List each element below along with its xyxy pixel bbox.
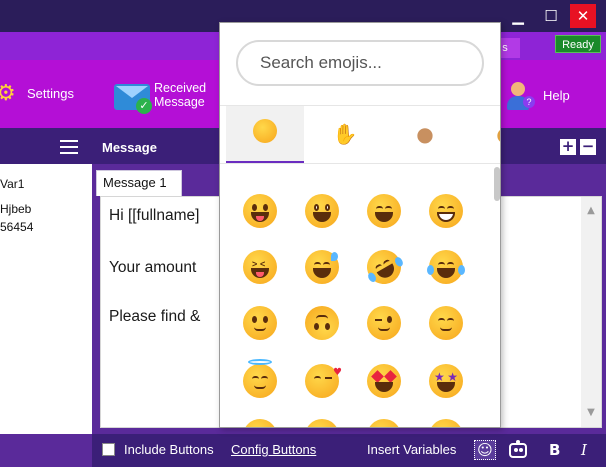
scroll-up-icon[interactable]: ▲ <box>581 201 601 221</box>
include-buttons-checkbox[interactable] <box>102 443 115 456</box>
rolling-on-floor-laughing-icon[interactable] <box>360 243 408 291</box>
tab-food[interactable]: ● <box>466 106 500 164</box>
close-button[interactable]: ✕ <box>570 4 596 28</box>
emoji-category-tabs: ✋ ● ● <box>220 105 500 164</box>
food-icon: ● <box>496 122 500 146</box>
received-label-line1: Received <box>154 81 207 95</box>
heart-eyes-icon[interactable] <box>367 364 401 398</box>
tab-message-1[interactable]: Message 1 <box>96 170 182 196</box>
emoji-icon[interactable] <box>429 419 463 427</box>
remove-message-button[interactable]: − <box>580 139 596 155</box>
squinting-laugh-icon[interactable]: > < <box>243 250 277 284</box>
received-label-line2: Message <box>154 95 205 109</box>
tab-smileys[interactable] <box>226 106 304 164</box>
winking-face-icon[interactable] <box>367 306 401 340</box>
tab-animals[interactable]: ● <box>386 106 464 164</box>
waving-hand-icon: ✋ <box>332 122 358 146</box>
include-buttons-label: Include Buttons <box>124 442 214 457</box>
grinning-teeth-icon[interactable] <box>429 194 463 228</box>
scroll-down-icon[interactable]: ▼ <box>581 403 601 423</box>
help-label: Help <box>543 88 570 103</box>
slightly-smiling-icon[interactable] <box>243 306 277 340</box>
received-message-label: Received Message <box>154 81 206 109</box>
emoji-search-input[interactable] <box>236 40 484 86</box>
picker-scrollbar[interactable] <box>494 167 500 201</box>
variables-header <box>0 128 92 164</box>
hamburger-menu-icon[interactable] <box>60 140 78 154</box>
variables-list: Var1 Hjbeb 56454 <box>0 164 92 434</box>
minimize-button[interactable]: ▁ <box>505 4 531 28</box>
beaming-face-icon[interactable] <box>367 194 401 228</box>
variables-pane: Var1 Hjbeb 56454 <box>0 128 92 467</box>
variable-item[interactable]: Hjbeb <box>0 202 31 216</box>
emoji-icon[interactable] <box>367 419 401 427</box>
bold-button[interactable]: B <box>549 441 560 459</box>
emoji-icon[interactable] <box>243 419 277 427</box>
maximize-button[interactable]: ☐ <box>538 4 564 28</box>
config-buttons-link[interactable]: Config Buttons <box>231 442 316 457</box>
variable-item[interactable]: Var1 <box>0 177 24 191</box>
smiling-eyes-icon[interactable] <box>429 306 463 340</box>
tab-people[interactable]: ✋ <box>306 106 384 164</box>
blowing-kiss-icon[interactable]: ♥ <box>305 364 342 398</box>
tears-of-joy-icon[interactable] <box>427 250 465 284</box>
message-title: Message <box>102 140 157 155</box>
settings-label: Settings <box>27 86 74 101</box>
insert-variables-button[interactable]: Insert Variables <box>367 442 456 457</box>
emoji-icon[interactable]: ☺ <box>474 440 496 460</box>
status-badge: Ready <box>555 35 601 53</box>
gear-icon: ⚙ <box>0 81 16 106</box>
editor-scrollbar[interactable]: ▲ ▼ <box>581 197 601 427</box>
help-person-icon: ? <box>505 82 535 112</box>
divider <box>220 163 500 164</box>
smiling-halo-icon[interactable] <box>243 359 277 398</box>
grinning-face-icon[interactable] <box>305 194 339 228</box>
editor-line: Please find & <box>109 308 201 325</box>
upside-down-face-icon[interactable] <box>305 306 339 340</box>
emoji-picker: ✋ ● ● >< ♥ ★★ <box>219 22 501 428</box>
italic-button[interactable]: I <box>581 441 587 459</box>
editor-line: Hi [[fullname] <box>109 207 200 224</box>
editor-line: Your amount <box>109 259 197 276</box>
emoji-icon[interactable] <box>305 419 339 427</box>
check-icon: ✓ <box>136 98 152 114</box>
add-message-button[interactable]: + <box>560 139 576 155</box>
grinning-sweat-icon[interactable] <box>305 250 339 284</box>
grinning-face-big-eyes-icon[interactable] <box>243 194 277 228</box>
smiley-category-icon <box>253 119 277 143</box>
robot-icon[interactable] <box>508 440 528 460</box>
variable-item[interactable]: 56454 <box>0 220 33 234</box>
star-struck-icon[interactable]: ★ ★ <box>429 364 463 398</box>
dog-face-icon: ● <box>416 122 434 146</box>
